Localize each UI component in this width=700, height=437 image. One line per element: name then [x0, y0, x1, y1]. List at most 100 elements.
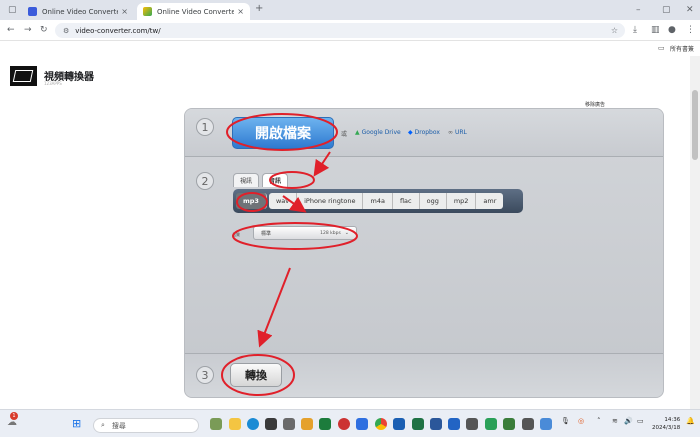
remove-ads-link[interactable]: 移除廣告 [585, 101, 605, 108]
step2-number: 2 [196, 172, 214, 190]
app-icon[interactable] [448, 418, 460, 430]
scrollbar-thumb[interactable] [692, 90, 698, 160]
download-icon[interactable]: ⤓ [633, 25, 637, 35]
format-flac[interactable]: flac [392, 193, 420, 209]
edge-icon[interactable] [247, 418, 259, 430]
tab-audio[interactable]: 音訊 [262, 173, 289, 187]
window-close-icon[interactable]: ✕ [686, 5, 694, 15]
convert-button[interactable]: 轉換 [230, 363, 282, 387]
star-icon[interactable]: ☆ [611, 26, 618, 35]
quality-dropdown[interactable]: 標準 128 kbps ⌄ [253, 226, 357, 240]
profile-icon[interactable]: ● [668, 25, 676, 35]
format-wav[interactable]: wav [268, 193, 298, 209]
format-amr[interactable]: amr [476, 193, 504, 209]
format-mp3[interactable]: mp3 [236, 193, 267, 209]
notification-bell-icon[interactable]: 🔔 [686, 417, 695, 425]
chrome-icon[interactable] [375, 418, 387, 430]
system-clock[interactable]: 14:36 2024/3/18 [652, 416, 680, 432]
clock-time: 14:36 [664, 417, 681, 423]
url-text[interactable]: video-converter.com/tw/ [75, 27, 160, 35]
site-info-icon[interactable]: ⚙ [63, 27, 69, 35]
quality-label: 品質 [232, 232, 240, 237]
media-type-tabs: 視訊 音訊 [233, 173, 291, 187]
app-icon[interactable] [522, 418, 534, 430]
dropbox-icon: ◆ [408, 129, 413, 136]
app-icon[interactable] [283, 418, 295, 430]
quality-bitrate: 128 kbps [320, 230, 341, 236]
close-icon[interactable]: × [237, 7, 244, 16]
site-favicon-icon [28, 7, 37, 16]
word-icon[interactable] [430, 418, 442, 430]
windows-taskbar: ☁ 1 ⊞ ⌕ 搜尋 🎙 ◎ ˄ ≋ 🔊 ▭ 14:36 2024/3/18 🔔 [0, 409, 700, 437]
notification-badge: 1 [10, 412, 18, 420]
open-file-button[interactable]: 開啟檔案 [232, 117, 334, 149]
browser-tab-strip: ▢ Online Video Converter_西語 × Online Vid… [0, 0, 700, 20]
minimize-icon[interactable]: – [636, 5, 641, 15]
omnibox[interactable]: ⚙ video-converter.com/tw/ ☆ [55, 23, 625, 38]
app-icon[interactable] [319, 418, 331, 430]
dropbox-link[interactable]: ◆ Dropbox [408, 129, 440, 136]
quality-value: 標準 [261, 230, 272, 237]
format-selector: mp3 wav iPhone ringtone m4a flac ogg mp2… [233, 189, 523, 213]
tab-video[interactable]: 視訊 [233, 173, 260, 187]
forward-icon[interactable]: → [24, 25, 32, 35]
tab-list-icon[interactable]: ▢ [8, 5, 17, 15]
format-iphone-ringtone[interactable]: iPhone ringtone [297, 193, 364, 209]
bookmarks-bar: ▭ 所有書簽 [0, 41, 700, 56]
google-drive-label: Google Drive [361, 129, 401, 136]
app-tray-icon[interactable]: ◎ [578, 417, 584, 425]
back-icon[interactable]: ← [7, 25, 15, 35]
search-icon: ⌕ [101, 421, 105, 429]
app-icon[interactable] [540, 418, 552, 430]
excel-icon[interactable] [412, 418, 424, 430]
folder-icon: ▭ [658, 44, 665, 52]
app-icon[interactable] [356, 418, 368, 430]
url-link[interactable]: ∞ URL [448, 129, 467, 136]
link-icon: ∞ [448, 129, 453, 136]
side-panel-icon[interactable]: ▥ [651, 25, 660, 35]
format-m4a[interactable]: m4a [363, 193, 393, 209]
all-bookmarks-link[interactable]: 所有書簽 [670, 44, 694, 53]
app-icon[interactable] [338, 418, 350, 430]
tab-title: Online Video Converter - 線上 [157, 7, 235, 16]
app-icon[interactable] [485, 418, 497, 430]
page-scrollbar[interactable] [690, 56, 700, 409]
app-icon[interactable] [393, 418, 405, 430]
volume-icon[interactable]: 🔊 [624, 417, 633, 425]
app-icon[interactable] [265, 418, 277, 430]
chevron-down-icon: ⌄ [344, 230, 349, 236]
reload-icon[interactable]: ↻ [40, 25, 48, 35]
format-ogg[interactable]: ogg [419, 193, 447, 209]
tab-inactive[interactable]: Online Video Converter_西語 × [22, 3, 134, 20]
site-logo[interactable] [10, 66, 37, 86]
app-icon[interactable] [210, 418, 222, 430]
windows-start-icon[interactable]: ⊞ [72, 417, 81, 430]
google-drive-icon: ▲ [355, 129, 360, 136]
taskbar-search-label: 搜尋 [111, 421, 126, 430]
address-bar-row: ← → ↻ ⚙ video-converter.com/tw/ ☆ ⤓ ▥ ● … [0, 20, 700, 41]
maximize-icon[interactable]: ▢ [662, 5, 671, 15]
format-mp2[interactable]: mp2 [446, 193, 477, 209]
tab-title: Online Video Converter_西語 [42, 7, 118, 16]
battery-icon[interactable]: ▭ [637, 417, 644, 425]
google-drive-link[interactable]: ▲ Google Drive [355, 129, 401, 136]
app-icon[interactable] [301, 418, 313, 430]
file-explorer-icon[interactable] [229, 418, 241, 430]
step1-number: 1 [196, 118, 214, 136]
menu-icon[interactable]: ⋮ [686, 25, 695, 35]
site-favicon-icon [143, 7, 152, 16]
converter-panel: 1 開啟檔案 或 ▲ Google Drive ◆ Dropbox ∞ URL … [184, 108, 664, 398]
wifi-icon[interactable]: ≋ [612, 417, 618, 425]
page-content: 視頻轉換器 123APPS 移除廣告 1 開啟檔案 或 ▲ Google Dri… [0, 56, 690, 409]
app-icon[interactable] [503, 418, 515, 430]
step3-number: 3 [196, 366, 214, 384]
mic-icon[interactable]: 🎙 [561, 417, 570, 425]
app-icon[interactable] [466, 418, 478, 430]
source-or-text: 或 [341, 131, 348, 138]
chevron-up-icon[interactable]: ˄ [597, 417, 601, 425]
new-tab-button[interactable]: + [255, 4, 263, 14]
taskbar-search[interactable]: ⌕ 搜尋 [93, 418, 199, 433]
url-label: URL [455, 129, 467, 136]
tab-active[interactable]: Online Video Converter - 線上 × [137, 3, 250, 20]
close-icon[interactable]: × [121, 7, 128, 16]
